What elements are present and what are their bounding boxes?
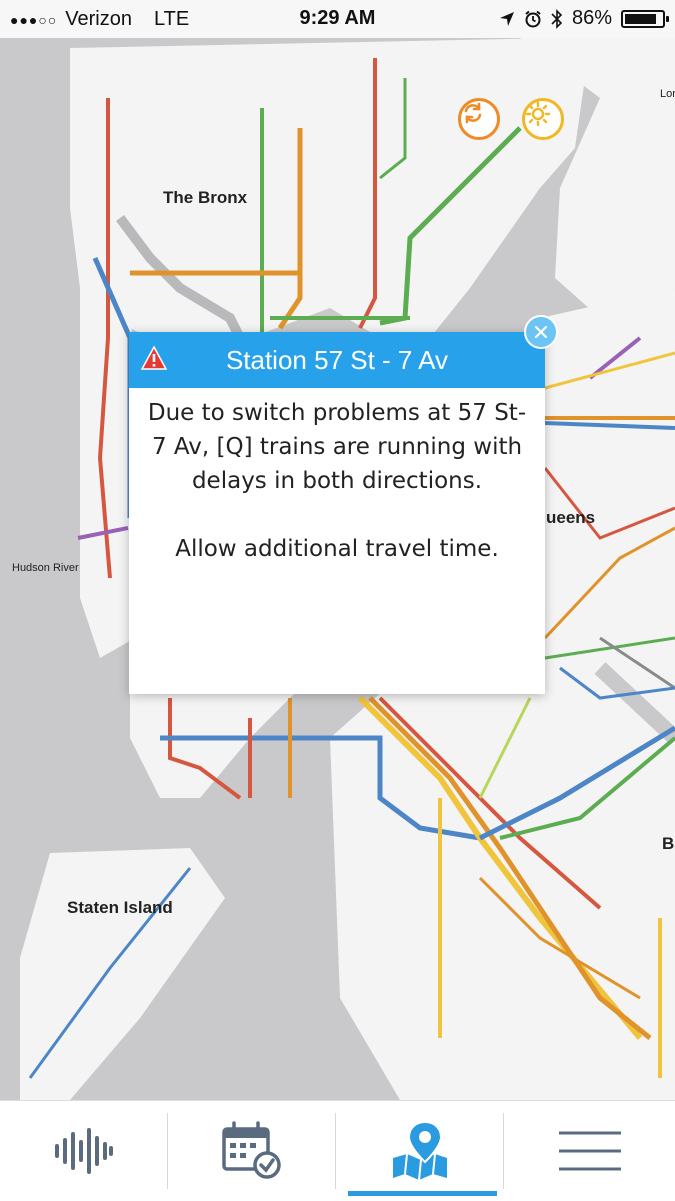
station-alert-dialog: Station 57 St - 7 Av Due to switch probl… [129, 332, 545, 694]
brightness-icon [525, 101, 551, 127]
refresh-button[interactable] [458, 98, 500, 140]
battery-icon [621, 9, 669, 28]
alert-header: Station 57 St - 7 Av [129, 332, 545, 388]
label-staten-island: Staten Island [67, 898, 173, 917]
tab-bar [0, 1100, 675, 1201]
brightness-button[interactable] [522, 98, 564, 140]
status-bar: ●●●○○ Verizon LTE 9:29 AM 86% [0, 0, 675, 38]
warning-icon [141, 346, 167, 370]
alert-title: Station 57 St - 7 Av [225, 344, 449, 375]
refresh-icon [464, 102, 482, 124]
tab-map[interactable] [336, 1101, 504, 1201]
alert-body: Due to switch problems at 57 St-7 Av, [Q… [129, 388, 545, 566]
tab-menu[interactable] [504, 1101, 675, 1201]
label-b: B [662, 834, 675, 853]
label-the-bronx: The Bronx [163, 188, 248, 207]
alert-message: Due to switch problems at 57 St-7 Av, [Q… [147, 400, 527, 494]
alarm-icon [525, 10, 541, 27]
label-queens: ueens [546, 508, 596, 527]
battery-percent: 86% [571, 7, 612, 29]
alert-note: Allow additional travel time. [175, 536, 499, 562]
close-icon [534, 325, 548, 339]
tab-sound[interactable] [0, 1101, 168, 1201]
active-tab-indicator [348, 1191, 497, 1196]
close-button[interactable] [524, 315, 558, 349]
bluetooth-icon [551, 8, 563, 29]
tab-schedule[interactable] [168, 1101, 336, 1201]
label-hudson-river: Hudson River [12, 562, 79, 574]
menu-icon [558, 1131, 621, 1171]
map-pin-icon [393, 1120, 447, 1181]
calendar-check-icon [222, 1121, 281, 1179]
sound-wave-icon [55, 1128, 113, 1174]
label-lon: Lon [660, 88, 675, 100]
location-arrow-icon [499, 11, 514, 26]
